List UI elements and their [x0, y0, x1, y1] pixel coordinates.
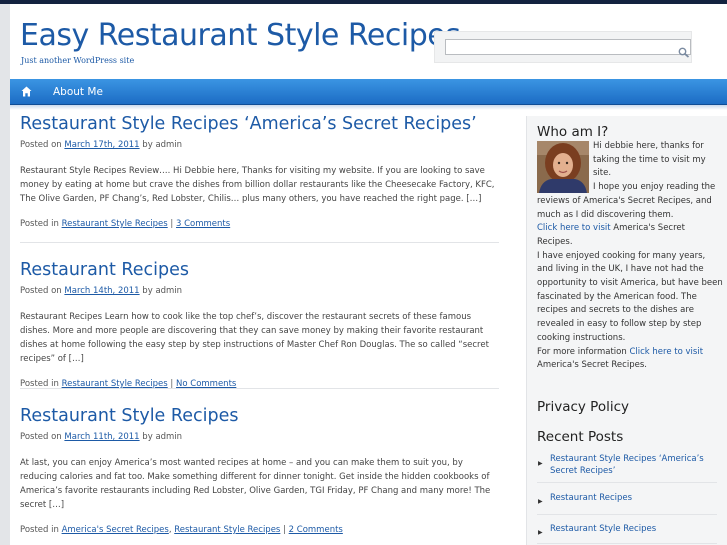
bullet-icon: ▶: [538, 460, 543, 467]
about-intro: Hi debbie here, thanks for taking the ti…: [593, 141, 706, 179]
separator: ,: [168, 525, 172, 535]
post-title[interactable]: Restaurant Recipes: [20, 260, 498, 280]
site-tagline: Just another WordPress site: [21, 56, 135, 65]
list-item: ▶ Restaurant Recipes: [537, 483, 717, 515]
post-author[interactable]: admin: [155, 432, 182, 442]
about-paragraph: For more information: [537, 346, 630, 357]
category-link[interactable]: Restaurant Style Recipes: [174, 525, 280, 535]
separator: |: [170, 219, 174, 229]
post-excerpt: At last, you can enjoy America’s most wa…: [20, 458, 491, 510]
recent-post-link[interactable]: Restaurant Style Recipes ‘America’s Secr…: [550, 454, 704, 476]
post-date-link[interactable]: March 14th, 2011: [64, 286, 139, 296]
visit-link[interactable]: Click here to visit: [537, 223, 611, 233]
search-box: [434, 31, 692, 63]
by-label: by: [142, 432, 153, 442]
about-paragraph: I have enjoyed cooking for many years, a…: [537, 250, 723, 343]
recent-post-link[interactable]: Restaurant Recipes: [550, 493, 632, 503]
post-meta: Posted on March 11th, 2011 by admin: [20, 432, 498, 442]
post-excerpt: Restaurant Recipes Learn how to cook lik…: [20, 312, 489, 364]
about-text: Hi debbie here, thanks for taking the ti…: [537, 140, 723, 373]
visit-link[interactable]: Click here to visit: [629, 347, 703, 357]
nav-item-about-me[interactable]: About Me: [53, 86, 103, 98]
separator: |: [283, 525, 286, 535]
post-footer: Posted in America's Secret Recipes, Rest…: [20, 525, 498, 535]
recent-post-link[interactable]: Restaurant Style Recipes: [550, 524, 656, 534]
post: Restaurant Recipes Posted on March 14th,…: [20, 260, 498, 389]
about-paragraph: America's Secret Recipes.: [537, 360, 647, 371]
post: Restaurant Style Recipes ‘America’s Secr…: [20, 114, 498, 229]
post-date-link[interactable]: March 17th, 2011: [64, 140, 139, 150]
recent-posts-heading: Recent Posts: [537, 429, 624, 445]
privacy-policy-heading[interactable]: Privacy Policy: [537, 399, 629, 415]
comments-link[interactable]: 2 Comments: [289, 525, 343, 535]
by-label: by: [142, 140, 153, 150]
list-item: ▶ Restaurant Style Recipes: [537, 515, 717, 544]
category-link[interactable]: America's Secret Recipes: [62, 525, 169, 535]
post-meta: Posted on March 14th, 2011 by admin: [20, 286, 498, 296]
category-link[interactable]: Restaurant Style Recipes: [62, 219, 168, 229]
post-divider: [20, 242, 499, 243]
sidebar: Who am I? Hi debbie here, thanks for tak…: [526, 116, 727, 545]
post-title[interactable]: Restaurant Style Recipes: [20, 406, 498, 426]
post-date-link[interactable]: March 11th, 2011: [64, 432, 139, 442]
posted-in-label: Posted in: [20, 219, 59, 229]
home-icon: [21, 86, 32, 97]
nav-shadow: [10, 105, 727, 110]
list-item: ▶ Restaurant Style Recipes ‘America’s Se…: [537, 450, 717, 483]
search-input[interactable]: [445, 39, 691, 55]
posted-on-label: Posted on: [20, 432, 62, 442]
post-divider: [20, 388, 499, 389]
search-icon[interactable]: [678, 43, 690, 58]
posted-on-label: Posted on: [20, 286, 62, 296]
post-excerpt: Restaurant Style Recipes Review…. Hi Deb…: [20, 166, 495, 204]
recent-posts-list: ▶ Restaurant Style Recipes ‘America’s Se…: [537, 450, 717, 544]
main-nav: About Me: [10, 79, 727, 105]
bullet-icon: ▶: [538, 498, 543, 505]
site-header: Easy Restaurant Style Recipes Just anoth…: [10, 4, 727, 78]
bullet-icon: ▶: [538, 529, 543, 536]
posted-in-label: Posted in: [20, 525, 59, 535]
nav-home[interactable]: [15, 79, 39, 104]
post-author[interactable]: admin: [155, 140, 182, 150]
page: Easy Restaurant Style Recipes Just anoth…: [10, 4, 727, 545]
comments-link[interactable]: 3 Comments: [176, 219, 230, 229]
post-author[interactable]: admin: [155, 286, 182, 296]
post-footer: Posted in Restaurant Style Recipes | 3 C…: [20, 219, 498, 229]
by-label: by: [142, 286, 153, 296]
posted-on-label: Posted on: [20, 140, 62, 150]
post-title[interactable]: Restaurant Style Recipes ‘America’s Secr…: [20, 114, 498, 134]
about-heading: Who am I?: [537, 124, 609, 140]
site-title[interactable]: Easy Restaurant Style Recipes: [20, 18, 461, 53]
post-meta: Posted on March 17th, 2011 by admin: [20, 140, 498, 150]
post: Restaurant Style Recipes Posted on March…: [20, 406, 498, 535]
